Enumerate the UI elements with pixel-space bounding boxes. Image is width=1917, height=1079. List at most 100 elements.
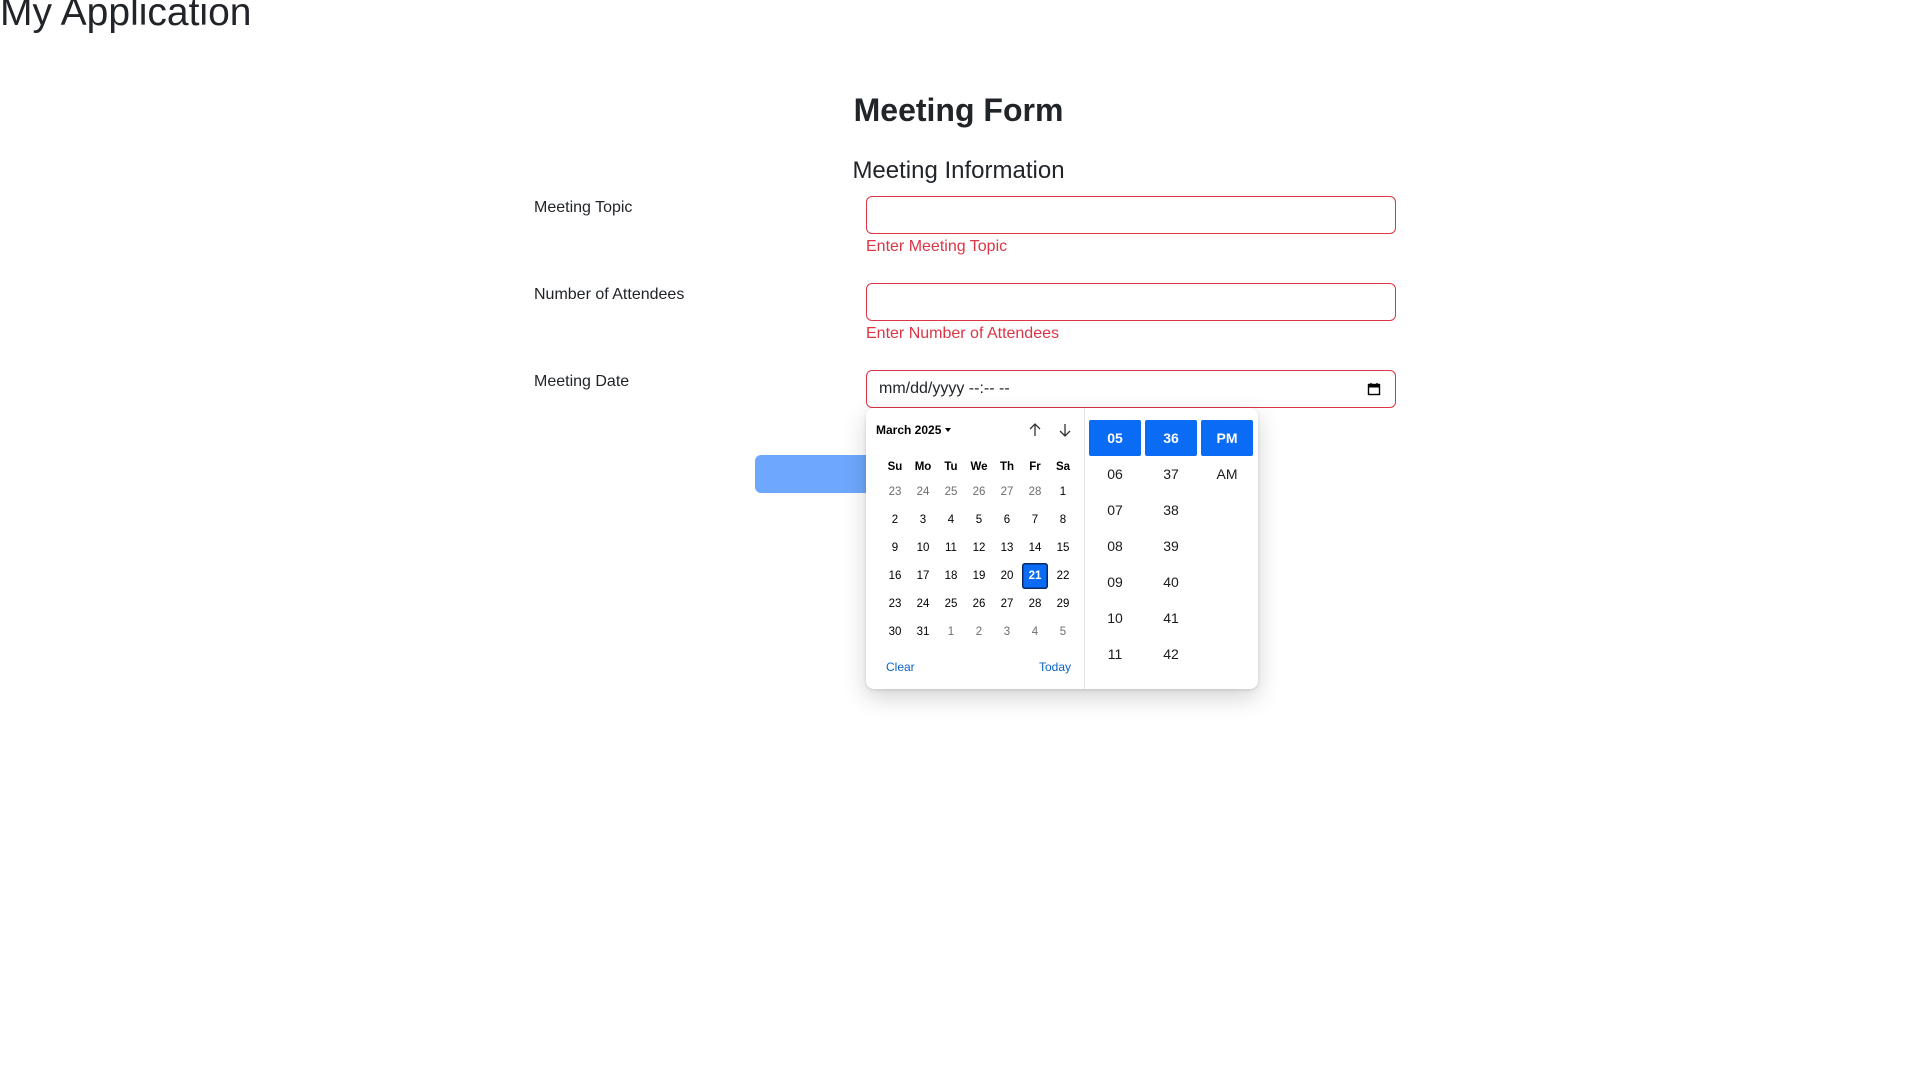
app-title: My Application — [0, 0, 252, 34]
calendar-day[interactable]: 18 — [937, 562, 965, 590]
weekday-label: We — [970, 461, 988, 473]
hour-option[interactable]: 08 — [1089, 528, 1141, 564]
meeting-date-label: Meeting Date — [534, 373, 630, 390]
calendar-day[interactable]: 22 — [1049, 562, 1077, 590]
calendar-day[interactable]: 2 — [881, 506, 909, 534]
calendar-pane: March 2025 Su Mo Tu We Th Fr Sa 23 24 25… — [866, 408, 1085, 689]
meeting-topic-error: Enter Meeting Topic — [866, 238, 1008, 255]
calendar-week-row: 2 3 4 5 6 7 8 — [881, 506, 1077, 534]
minute-option[interactable]: 38 — [1145, 492, 1197, 528]
calendar-day[interactable]: 1 — [1049, 478, 1077, 506]
hour-option[interactable]: 11 — [1089, 636, 1141, 672]
hour-option[interactable]: 09 — [1089, 564, 1141, 600]
minute-option[interactable]: 42 — [1145, 636, 1197, 672]
next-month-button[interactable] — [1054, 419, 1076, 441]
form-title: Meeting Form — [853, 92, 1064, 128]
calendar-day[interactable]: 24 — [909, 478, 937, 506]
calendar-day[interactable]: 27 — [993, 478, 1021, 506]
calendar-day[interactable]: 26 — [965, 590, 993, 618]
calendar-day[interactable]: 3 — [909, 506, 937, 534]
calendar-day[interactable]: 5 — [965, 506, 993, 534]
calendar-day[interactable]: 30 — [881, 618, 909, 646]
previous-month-button[interactable] — [1024, 419, 1046, 441]
calendar-day[interactable]: 3 — [993, 618, 1021, 646]
meeting-topic-label: Meeting Topic — [534, 199, 633, 216]
attendees-error: Enter Number of Attendees — [866, 325, 1059, 342]
calendar-icon[interactable] — [1367, 382, 1381, 396]
calendar-week-row: 23 24 25 26 27 28 29 — [881, 590, 1077, 618]
calendar-day[interactable]: 16 — [881, 562, 909, 590]
hour-option[interactable]: 10 — [1089, 600, 1141, 636]
calendar-week-row: 23 24 25 26 27 28 1 — [881, 478, 1077, 506]
calendar-day[interactable]: 8 — [1049, 506, 1077, 534]
calendar-day[interactable]: 26 — [965, 478, 993, 506]
calendar-day[interactable]: 10 — [909, 534, 937, 562]
hour-option-selected[interactable]: 05 — [1089, 420, 1141, 456]
calendar-day[interactable]: 13 — [993, 534, 1021, 562]
weekday-label: Mo — [914, 461, 932, 473]
calendar-day[interactable]: 11 — [937, 534, 965, 562]
meridiem-option[interactable]: AM — [1201, 456, 1253, 492]
minute-option-selected[interactable]: 36 — [1145, 420, 1197, 456]
minute-option[interactable]: 40 — [1145, 564, 1197, 600]
meeting-topic-input[interactable] — [866, 196, 1396, 234]
calendar-day[interactable]: 7 — [1021, 506, 1049, 534]
meeting-date-input[interactable]: mm/dd/yyyy --:-- -- — [866, 370, 1396, 408]
calendar-day[interactable]: 9 — [881, 534, 909, 562]
arrow-up-icon — [1029, 423, 1041, 436]
calendar-day[interactable]: 17 — [909, 562, 937, 590]
month-year-select[interactable]: March 2025 — [876, 423, 952, 437]
attendees-label: Number of Attendees — [534, 286, 685, 303]
calendar-day[interactable]: 20 — [993, 562, 1021, 590]
calendar-day[interactable]: 25 — [937, 478, 965, 506]
calendar-day[interactable]: 19 — [965, 562, 993, 590]
calendar-day[interactable]: 5 — [1049, 618, 1077, 646]
minute-option[interactable]: 41 — [1145, 600, 1197, 636]
calendar-day-selected[interactable]: 21 — [1021, 562, 1049, 590]
calendar-day[interactable]: 28 — [1021, 590, 1049, 618]
calendar-day[interactable]: 28 — [1021, 478, 1049, 506]
datetime-picker: March 2025 Su Mo Tu We Th Fr Sa 23 24 25… — [866, 408, 1258, 689]
section-title: Meeting Information — [852, 157, 1065, 184]
calendar-week-row: 9 10 11 12 13 14 15 — [881, 534, 1077, 562]
calendar-day[interactable]: 27 — [993, 590, 1021, 618]
calendar-day[interactable]: 25 — [937, 590, 965, 618]
weekday-label: Fr — [1029, 461, 1041, 473]
calendar-day[interactable]: 2 — [965, 618, 993, 646]
calendar-day[interactable]: 23 — [881, 478, 909, 506]
weekday-label: Su — [887, 461, 903, 473]
meridiem-column: PM AM — [1201, 420, 1253, 689]
calendar-day[interactable]: 4 — [1021, 618, 1049, 646]
minute-option[interactable]: 37 — [1145, 456, 1197, 492]
calendar-week-row: 30 31 1 2 3 4 5 — [881, 618, 1077, 646]
calendar-day[interactable]: 15 — [1049, 534, 1077, 562]
time-pane: 05 06 07 08 09 10 11 36 37 38 39 40 41 4… — [1085, 408, 1258, 689]
caret-down-icon — [945, 428, 952, 432]
weekday-label: Th — [999, 461, 1015, 473]
today-button[interactable]: Today — [1039, 660, 1071, 674]
calendar-day[interactable]: 14 — [1021, 534, 1049, 562]
calendar-day[interactable]: 4 — [937, 506, 965, 534]
clear-button[interactable]: Clear — [886, 660, 915, 674]
calendar-day[interactable]: 23 — [881, 590, 909, 618]
calendar-day[interactable]: 6 — [993, 506, 1021, 534]
meridiem-option-selected[interactable]: PM — [1201, 420, 1253, 456]
minute-option[interactable]: 39 — [1145, 528, 1197, 564]
calendar-grid: Su Mo Tu We Th Fr Sa 23 24 25 26 27 28 1… — [881, 456, 1077, 646]
attendees-input[interactable] — [866, 283, 1396, 321]
calendar-week-row: 16 17 18 19 20 21 22 — [881, 562, 1077, 590]
weekday-label: Tu — [944, 461, 958, 473]
hour-column: 05 06 07 08 09 10 11 — [1089, 420, 1141, 689]
calendar-day[interactable]: 1 — [937, 618, 965, 646]
hour-option[interactable]: 06 — [1089, 456, 1141, 492]
arrow-down-icon — [1059, 424, 1071, 437]
calendar-footer: Clear Today — [886, 660, 1071, 674]
weekday-header-row: Su Mo Tu We Th Fr Sa — [881, 456, 1077, 478]
calendar-day[interactable]: 24 — [909, 590, 937, 618]
weekday-label: Sa — [1055, 461, 1071, 473]
hour-option[interactable]: 07 — [1089, 492, 1141, 528]
calendar-day[interactable]: 31 — [909, 618, 937, 646]
calendar-day[interactable]: 29 — [1049, 590, 1077, 618]
minute-column: 36 37 38 39 40 41 42 — [1145, 420, 1197, 689]
calendar-day[interactable]: 12 — [965, 534, 993, 562]
